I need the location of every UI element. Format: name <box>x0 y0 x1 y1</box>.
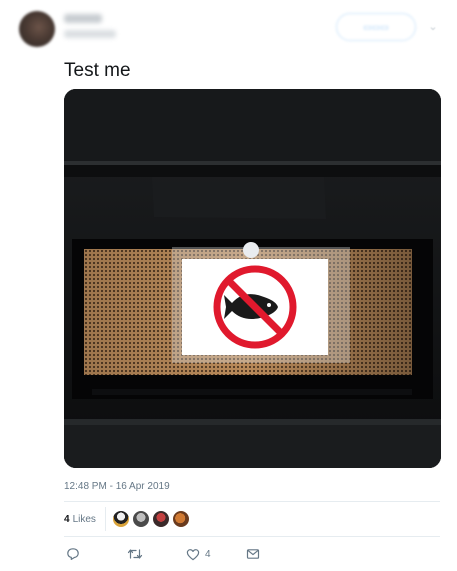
follow-button[interactable]: ▭▭▭ <box>336 13 416 41</box>
author-avatar[interactable] <box>19 11 55 47</box>
divider-bottom <box>64 536 440 537</box>
liker-avatar[interactable] <box>151 510 170 528</box>
envelope-icon <box>246 549 260 559</box>
liker-avatar[interactable] <box>111 510 130 528</box>
likes-count: 4 <box>64 513 70 525</box>
tweet-text: Test me <box>64 60 131 81</box>
likes-row[interactable]: 4 Likes <box>64 507 192 531</box>
likes-separator <box>104 507 106 531</box>
liker-avatar[interactable] <box>131 510 150 528</box>
divider-top <box>64 501 440 502</box>
tweet-actions: 4 <box>64 544 440 564</box>
liker-avatar[interactable] <box>171 510 190 528</box>
follow-button-label-redacted: ▭▭▭ <box>363 21 389 32</box>
likes-label: Likes <box>72 513 96 525</box>
author-name-redacted[interactable] <box>64 14 102 23</box>
reply-icon <box>67 548 79 560</box>
tweet-photo[interactable] <box>64 89 441 468</box>
retweet-button[interactable] <box>127 544 143 564</box>
tweet-timestamp[interactable]: 12:48 PM - 16 Apr 2019 <box>64 481 170 492</box>
like-count: 4 <box>205 548 211 560</box>
like-button[interactable]: 4 <box>186 544 211 564</box>
heart-icon <box>186 548 200 560</box>
tweet-header: ▭▭▭ ⌄ <box>0 0 457 60</box>
retweet-icon <box>127 549 143 559</box>
microwave-photo <box>64 89 441 468</box>
author-handle-redacted[interactable] <box>64 30 116 38</box>
dm-button[interactable] <box>246 544 260 564</box>
reply-button[interactable] <box>66 544 80 564</box>
chevron-down-icon[interactable]: ⌄ <box>427 21 439 33</box>
